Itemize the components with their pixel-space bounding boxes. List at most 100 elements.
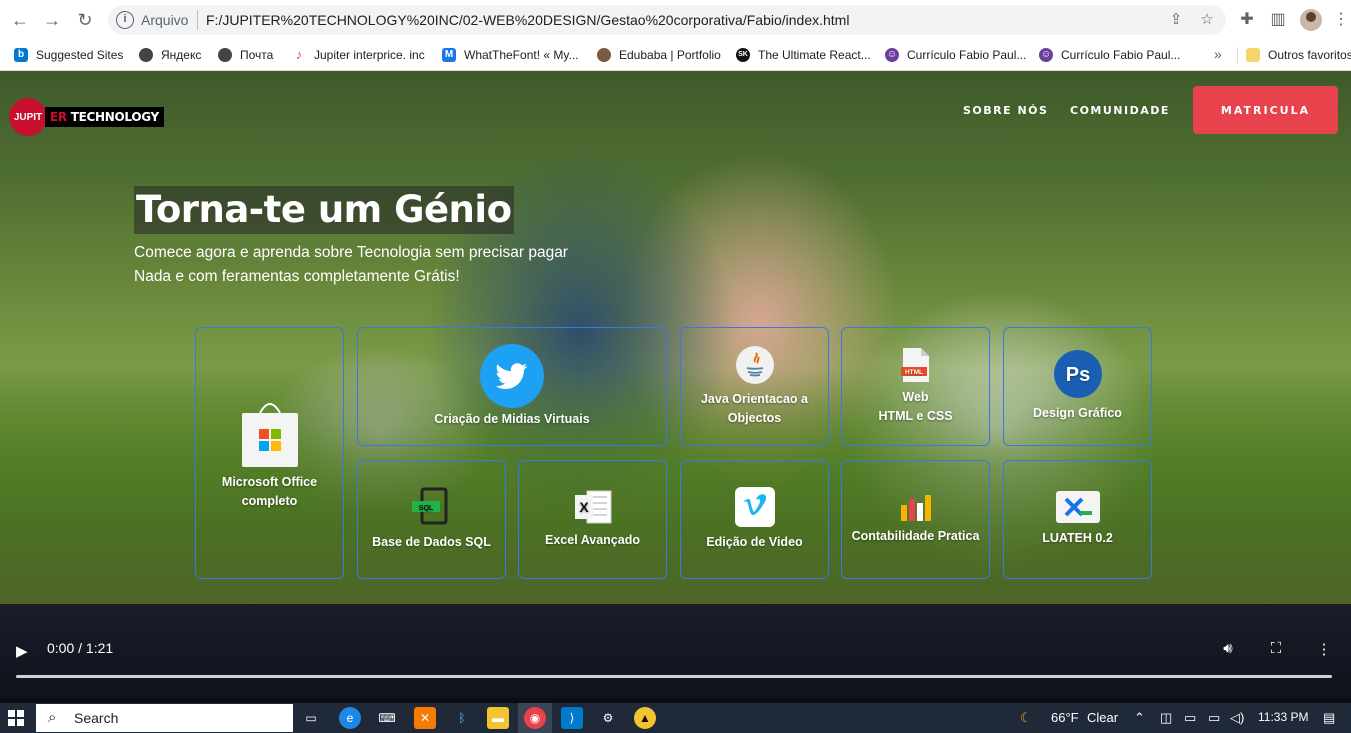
- share-icon[interactable]: ⇪: [1166, 10, 1186, 30]
- course-card-luateh[interactable]: LUATEH 0.2: [1003, 460, 1152, 579]
- fullscreen-icon[interactable]: ⛶: [1266, 640, 1286, 657]
- network-icon[interactable]: ▭: [1184, 710, 1196, 726]
- course-card-java[interactable]: Java Orientacao a Objectos: [680, 327, 829, 446]
- bookmark-label: The Ultimate React...: [758, 48, 871, 62]
- extensions-icon[interactable]: ✚: [1236, 9, 1258, 31]
- task-view-icon[interactable]: ▭: [300, 707, 322, 729]
- svg-text:Ps: Ps: [1065, 364, 1089, 386]
- play-icon[interactable]: ▶: [16, 642, 32, 660]
- profile-avatar[interactable]: [1300, 9, 1322, 31]
- bookmark-curriculo-1[interactable]: ☺ Currículo Fabio Paul...: [885, 47, 1026, 63]
- hero-video-background: JUPIT ER TECHNOLOGY SOBRE NÓS COMUNIDADE…: [0, 71, 1351, 604]
- edge-icon[interactable]: e: [339, 707, 361, 729]
- course-card-contabilidade[interactable]: Contabilidade Pratica: [841, 460, 990, 579]
- browser-toolbar: ← → ↻ i Arquivo F:/JUPITER%20TECHNOLOGY%…: [0, 0, 1351, 40]
- app-warning-icon[interactable]: ▲: [634, 707, 656, 729]
- bookmark-label: Яндекс: [161, 48, 202, 62]
- notifications-icon[interactable]: ▤: [1323, 710, 1335, 726]
- forward-icon[interactable]: →: [40, 8, 64, 32]
- twitter-icon: [480, 344, 544, 408]
- globe-icon: [139, 48, 153, 62]
- music-note-icon: ♪: [292, 48, 306, 62]
- bookmark-star-icon[interactable]: ☆: [1197, 10, 1217, 30]
- logo-wordmark: ER TECHNOLOGY: [45, 107, 164, 127]
- video-progress-track[interactable]: [16, 675, 1332, 678]
- nav-link-sobre-nos[interactable]: SOBRE NÓS: [963, 104, 1048, 117]
- battery-icon[interactable]: ▭: [1208, 710, 1220, 726]
- bookmark-edubaba[interactable]: Edubaba | Portfolio: [597, 47, 721, 63]
- video-more-icon[interactable]: ⋮: [1314, 640, 1334, 658]
- bookmark-suggested-sites[interactable]: b Suggested Sites: [14, 47, 123, 63]
- weather-temp[interactable]: 66°F: [1051, 710, 1079, 725]
- xampp-icon[interactable]: ✕: [414, 707, 436, 729]
- course-label: Criação de Midias Virtuais: [434, 412, 590, 426]
- course-card-video[interactable]: Edição de Video: [680, 460, 829, 579]
- course-label: Edição de Video: [706, 535, 803, 549]
- bookmark-label: Outros favoritos: [1268, 48, 1351, 62]
- course-label: Design Gráfico: [1033, 406, 1122, 420]
- xtb-icon: [1055, 491, 1100, 523]
- bookmark-other-favorites[interactable]: Outros favoritos: [1246, 47, 1351, 63]
- bookmarks-divider: [1237, 47, 1238, 63]
- info-icon[interactable]: i: [116, 11, 134, 29]
- bookmark-react[interactable]: SK The Ultimate React...: [736, 47, 871, 63]
- nav-link-comunidade[interactable]: COMUNIDADE: [1070, 104, 1170, 117]
- bookmark-curriculo-2[interactable]: ☺ Currículo Fabio Paul...: [1039, 47, 1180, 63]
- reload-icon[interactable]: ↻: [73, 8, 97, 32]
- course-card-midias[interactable]: Criação de Midias Virtuais: [357, 327, 667, 446]
- side-panel-icon[interactable]: ▥: [1267, 9, 1289, 31]
- site-logo[interactable]: JUPIT ER TECHNOLOGY: [9, 98, 164, 136]
- bookmark-whatthefont[interactable]: M WhatTheFont! « My...: [442, 47, 578, 63]
- vimeo-icon: [734, 487, 775, 527]
- weather-desc[interactable]: Clear: [1087, 710, 1118, 725]
- keyboard-icon[interactable]: ⌨: [376, 707, 398, 729]
- course-card-design[interactable]: Ps Design Gráfico: [1003, 327, 1152, 446]
- windows-start-icon[interactable]: [8, 710, 24, 726]
- bookmarks-bar: b Suggested Sites Яндекс Почта ♪ Jupiter i…: [0, 40, 1351, 71]
- bookmark-label: Suggested Sites: [36, 48, 124, 62]
- chrome-icon[interactable]: ◉: [524, 707, 546, 729]
- course-label: Microsoft Office completo: [221, 475, 318, 508]
- course-label: Excel Avançado: [545, 533, 640, 547]
- folder-icon: [1246, 48, 1260, 62]
- bookmark-yandex[interactable]: Яндекс: [139, 47, 201, 63]
- bookmark-pochta[interactable]: Почта: [218, 47, 273, 63]
- address-bar[interactable]: i Arquivo F:/JUPITER%20TECHNOLOGY%20INC/…: [108, 5, 1226, 35]
- menu-icon[interactable]: ⋮: [1333, 9, 1349, 31]
- bluetooth-icon[interactable]: ᛒ: [451, 707, 473, 729]
- taskbar-search[interactable]: ⌕ Search: [36, 704, 293, 732]
- url-text[interactable]: F:/JUPITER%20TECHNOLOGY%20INC/02-WEB%20D…: [206, 12, 849, 28]
- clock[interactable]: 11:33 PM: [1258, 710, 1308, 724]
- avatar-icon: [597, 48, 611, 62]
- html-file-icon: HTML: [900, 347, 931, 382]
- hero-subtitle: Comece agora e aprenda sobre Tecnologia …: [134, 241, 568, 289]
- bing-icon: b: [14, 48, 28, 62]
- meet-icon[interactable]: ◫: [1160, 710, 1172, 726]
- bookmark-label: WhatTheFont! « My...: [464, 48, 579, 62]
- hero-subtitle-line-1: Comece agora e aprenda sobre Tecnologia …: [134, 244, 568, 261]
- course-card-sql[interactable]: SQL Base de Dados SQL: [357, 460, 506, 579]
- speaker-icon[interactable]: ◁): [1230, 710, 1244, 726]
- course-label: Java Orientacao a Objectos: [700, 391, 808, 425]
- sk-icon: SK: [736, 48, 750, 62]
- bookmark-jupiter[interactable]: ♪ Jupiter interprice. inc: [292, 47, 425, 63]
- excel-icon: X: [573, 489, 613, 525]
- java-icon: [735, 345, 774, 384]
- back-icon[interactable]: ←: [8, 8, 32, 32]
- course-card-web[interactable]: HTML Web HTML e CSS: [841, 327, 990, 446]
- course-card-office[interactable]: Microsoft Office completo: [195, 327, 344, 579]
- matricula-button[interactable]: MATRICULA: [1193, 86, 1338, 134]
- course-label: Web HTML e CSS: [878, 389, 953, 423]
- hero-subtitle-line-2: Nada e com feramentas completamente Grát…: [134, 268, 460, 285]
- volume-icon[interactable]: 🔊︎: [1218, 640, 1238, 657]
- logo-text-right: TECHNOLOGY: [70, 110, 159, 124]
- app-icon[interactable]: ⚙: [597, 707, 619, 729]
- tray-overflow-icon[interactable]: ⌃: [1134, 710, 1145, 726]
- bookmark-label: Jupiter interprice. inc: [314, 48, 425, 62]
- moon-icon: ☾: [1020, 710, 1032, 725]
- vscode-icon[interactable]: ⟩: [561, 707, 583, 729]
- course-card-excel[interactable]: X Excel Avançado: [518, 460, 667, 579]
- file-explorer-icon[interactable]: ▬: [487, 707, 509, 729]
- video-controls: ▶ 0:00 / 1:21 🔊︎ ⛶ ⋮: [0, 604, 1351, 698]
- bookmarks-overflow-button[interactable]: »: [1214, 46, 1222, 62]
